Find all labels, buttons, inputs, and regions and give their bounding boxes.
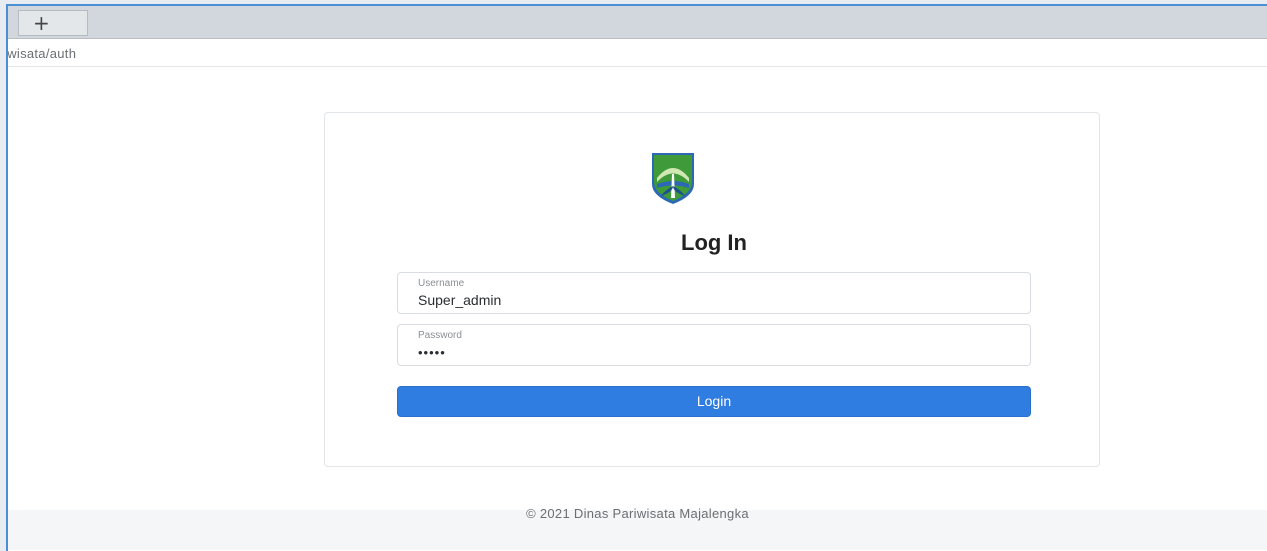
username-field[interactable]: Username Super_admin (397, 272, 1031, 314)
password-value: ••••• (418, 345, 446, 360)
login-button[interactable]: Login (397, 386, 1031, 417)
footer: © 2021 Dinas Pariwisata Majalengka (8, 506, 1267, 550)
tab-strip: + (8, 6, 1267, 39)
address-bar[interactable]: iwisata/auth (8, 39, 1267, 67)
address-url: iwisata/auth (6, 46, 77, 61)
page-content: Log In Username Super_admin Password •••… (8, 68, 1267, 550)
username-value: Super_admin (418, 292, 502, 308)
login-title: Log In (681, 230, 747, 255)
footer-copyright: © 2021 Dinas Pariwisata Majalengka (526, 506, 749, 521)
password-field[interactable]: Password ••••• (397, 324, 1031, 366)
new-tab-button[interactable]: + (18, 10, 88, 36)
username-label: Username (418, 278, 465, 289)
majalengka-crest-icon (652, 153, 694, 204)
login-card: Log In Username Super_admin Password •••… (324, 112, 1100, 467)
password-label: Password (418, 330, 462, 341)
plus-icon: + (33, 11, 50, 35)
browser-window: + iwisata/auth Log In Username Super_adm… (6, 4, 1267, 551)
